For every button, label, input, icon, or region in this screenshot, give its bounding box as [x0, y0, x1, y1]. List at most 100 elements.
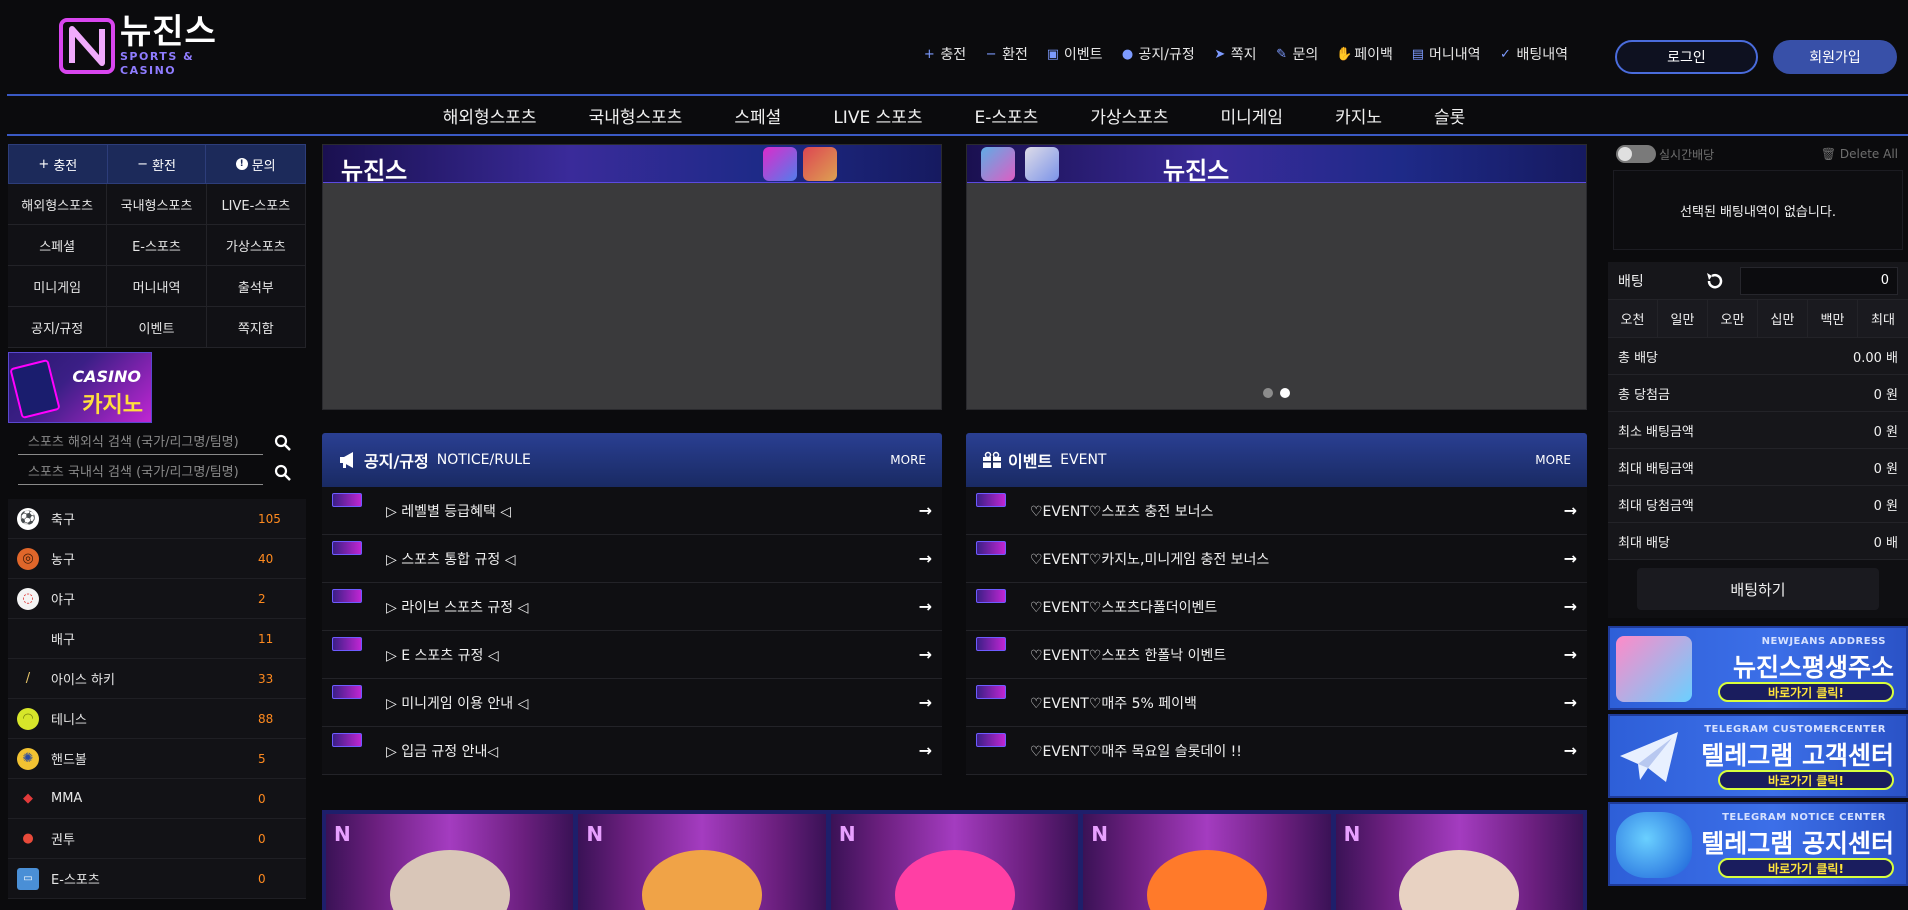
menu-messages[interactable]: 쪽지함: [206, 307, 306, 348]
search-icon[interactable]: [274, 464, 292, 482]
event-row[interactable]: ♡EVENT♡스포츠다폴더이벤트 →: [966, 583, 1587, 631]
nav-domestic-sports[interactable]: 국내형스포츠: [589, 103, 683, 128]
notice-row[interactable]: ▷ 스포츠 통합 규정 ◁ →: [322, 535, 942, 583]
menu-money-history[interactable]: 머니내역: [107, 266, 207, 307]
menu-domestic-sports[interactable]: 국내형스포츠: [107, 184, 207, 225]
top-link-payback[interactable]: ✋ 페이백: [1336, 44, 1393, 64]
sport-soccer[interactable]: ⚽ 축구 105: [8, 499, 306, 539]
notice-row[interactable]: ▷ 입금 규정 안내◁ →: [322, 727, 942, 775]
top-link-charge[interactable]: + 충전: [922, 44, 966, 64]
menu-event[interactable]: 이벤트: [107, 307, 207, 348]
event-row[interactable]: ♡EVENT♡스포츠 충전 보너스 →: [966, 487, 1587, 535]
casino-banner[interactable]: CASINO 카지노: [8, 352, 152, 423]
inquiry-button[interactable]: ! 문의: [206, 145, 305, 183]
notice-row[interactable]: ▷ E 스포츠 규정 ◁ →: [322, 631, 942, 679]
banner-go-button[interactable]: 바로가기 클릭!: [1718, 858, 1894, 878]
join-button[interactable]: 회원가입: [1773, 40, 1897, 74]
search-icon[interactable]: [274, 434, 292, 452]
top-link-inquiry[interactable]: ✎ 문의: [1275, 44, 1318, 64]
event-row[interactable]: ♡EVENT♡카지노,미니게임 충전 보너스 →: [966, 535, 1587, 583]
event-more-link[interactable]: MORE: [1535, 453, 1571, 467]
main-banner-left[interactable]: 뉴진스: [322, 144, 942, 410]
notice-row[interactable]: ▷ 레벨별 등급혜택 ◁ →: [322, 487, 942, 535]
game-card[interactable]: N: [1083, 814, 1331, 910]
bet-amount-input[interactable]: 0: [1740, 266, 1898, 295]
neon-decoration-icon: [763, 147, 797, 181]
nav-casino[interactable]: 카지노: [1335, 103, 1382, 128]
quick-100000-button[interactable]: 십만: [1758, 300, 1808, 337]
banner-go-button[interactable]: 바로가기 클릭!: [1718, 682, 1894, 702]
main-banner-right[interactable]: 뉴진스: [966, 144, 1587, 410]
nav-esports[interactable]: E-스포츠: [975, 103, 1039, 128]
sport-mma[interactable]: ◆ MMA 0: [8, 779, 306, 819]
top-link-money-history[interactable]: ▤ 머니내역: [1411, 44, 1481, 64]
menu-esports[interactable]: E-스포츠: [107, 225, 207, 266]
search-domestic-input[interactable]: [18, 461, 263, 485]
event-row[interactable]: ♡EVENT♡매주 5% 페이백 →: [966, 679, 1587, 727]
total-win-row: 총 당첨금 0 원: [1608, 375, 1908, 412]
top-link-event[interactable]: ▣ 이벤트: [1046, 44, 1103, 64]
nav-virtual-sports[interactable]: 가상스포츠: [1090, 103, 1168, 128]
nav-live-sports[interactable]: LIVE 스포츠: [833, 103, 922, 128]
carousel-dot[interactable]: [1263, 388, 1273, 398]
menu-overseas-sports[interactable]: 해외형스포츠: [8, 184, 108, 225]
realtime-odds-label: 실시간배당: [1659, 147, 1715, 162]
top-link-message[interactable]: ➤ 쪽지: [1213, 44, 1256, 64]
menu-attendance[interactable]: 출석부: [206, 266, 306, 307]
carousel-dot-active[interactable]: [1280, 388, 1290, 398]
menu-virtual-sports[interactable]: 가상스포츠: [206, 225, 306, 266]
address-banner[interactable]: NEWJEANS ADDRESS 뉴진스평생주소 바로가기 클릭!: [1608, 626, 1908, 710]
telegram-customer-banner[interactable]: TELEGRAM CUSTOMERCENTER 텔레그램 고객센터 바로가기 클…: [1608, 714, 1908, 798]
delete-all-button[interactable]: 🗑 Delete All: [1821, 147, 1898, 161]
event-row[interactable]: ♡EVENT♡매주 목요일 슬롯데이 !! →: [966, 727, 1587, 775]
place-bet-button[interactable]: 배팅하기: [1637, 568, 1879, 610]
search-overseas-input[interactable]: [18, 431, 263, 455]
nav-divider: [7, 134, 1908, 136]
event-board: 이벤트 EVENT MORE ♡EVENT♡스포츠 충전 보너스 → ♡EVENT…: [966, 433, 1587, 775]
telegram-notice-banner[interactable]: TELEGRAM NOTICE CENTER 텔레그램 공지센터 바로가기 클릭…: [1608, 802, 1908, 886]
sport-volleyball[interactable]: 배구 11: [8, 619, 306, 659]
notice-row[interactable]: ▷ 라이브 스포츠 규정 ◁ →: [322, 583, 942, 631]
gift-icon: [983, 451, 1001, 468]
nav-slot[interactable]: 슬롯: [1434, 103, 1465, 128]
top-link-bet-history[interactable]: ✓ 배팅내역: [1498, 44, 1568, 64]
game-card[interactable]: N: [326, 814, 574, 910]
nav-minigame[interactable]: 미니게임: [1221, 103, 1284, 128]
event-row[interactable]: ♡EVENT♡스포츠 한폴낙 이벤트 →: [966, 631, 1587, 679]
menu-special[interactable]: 스페셜: [8, 225, 108, 266]
neon-decoration-icon: [1025, 147, 1059, 181]
menu-notice[interactable]: 공지/규정: [8, 307, 108, 348]
game-card[interactable]: N: [1335, 814, 1584, 910]
sport-esports[interactable]: ▭ E-스포츠 0: [8, 859, 306, 899]
nav-overseas-sports[interactable]: 해외형스포츠: [443, 103, 537, 128]
sport-list: ⚽ 축구 105 ◎ 농구 40 ◌ 야구 2 배구 11 /아이스 하키 33 ◠ 테니스 88 …: [8, 499, 306, 899]
quick-50000-button[interactable]: 오만: [1708, 300, 1758, 337]
quick-5000-button[interactable]: 오천: [1608, 300, 1658, 337]
top-link-notice[interactable]: ● 공지/규정: [1121, 44, 1195, 64]
reset-icon[interactable]: [1704, 270, 1726, 292]
top-link-exchange[interactable]: − 환전: [984, 44, 1028, 64]
sport-boxing[interactable]: ● 권투 0: [8, 819, 306, 859]
quick-max-button[interactable]: 최대: [1858, 300, 1908, 337]
site-logo[interactable]: 뉴진스 SPORTS & CASINO: [58, 14, 248, 77]
quick-1000000-button[interactable]: 백만: [1808, 300, 1858, 337]
sport-tennis[interactable]: ◠ 테니스 88: [8, 699, 306, 739]
realtime-odds-toggle[interactable]: [1616, 145, 1656, 163]
notice-row[interactable]: ▷ 미니게임 이용 안내 ◁ →: [322, 679, 942, 727]
banner-go-button[interactable]: 바로가기 클릭!: [1718, 770, 1894, 790]
charge-button[interactable]: + 충전: [9, 145, 108, 183]
notice-more-link[interactable]: MORE: [890, 453, 926, 467]
game-card[interactable]: N: [578, 814, 826, 910]
login-button[interactable]: 로그인: [1615, 40, 1758, 74]
sport-ice-hockey[interactable]: / 아이스 하키 33: [8, 659, 306, 699]
sport-baseball[interactable]: ◌ 야구 2: [8, 579, 306, 619]
menu-live-sports[interactable]: LIVE-스포츠: [206, 184, 306, 225]
nav-special[interactable]: 스페셜: [734, 103, 781, 128]
quick-10000-button[interactable]: 일만: [1658, 300, 1708, 337]
neon-decoration-icon: [981, 147, 1015, 181]
exchange-button[interactable]: − 환전: [108, 145, 207, 183]
sport-handball[interactable]: ✺ 핸드볼 5: [8, 739, 306, 779]
game-card[interactable]: N: [830, 814, 1079, 910]
menu-minigame[interactable]: 미니게임: [8, 266, 108, 307]
sport-basketball[interactable]: ◎ 농구 40: [8, 539, 306, 579]
